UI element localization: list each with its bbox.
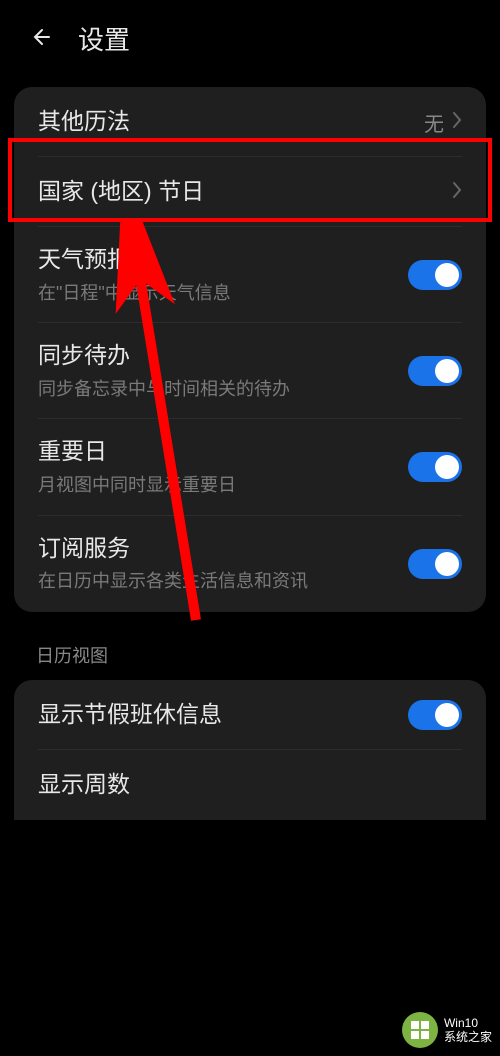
watermark-logo-icon [402,1012,438,1048]
row-show-week-number[interactable]: 显示周数 [14,750,486,820]
row-title: 同步待办 [38,341,408,371]
row-title: 天气预报 [38,245,408,275]
toggle-important[interactable] [408,452,462,482]
page-title: 设置 [78,20,130,57]
row-country-holidays[interactable]: 国家 (地区) 节日 [14,157,486,227]
row-subtitle: 月视图中同时显示重要日 [38,473,408,497]
watermark: Win10 系统之家 [402,1012,492,1048]
row-subtitle: 在日历中显示各类生活信息和资讯 [38,569,408,593]
back-icon[interactable] [30,25,54,53]
settings-group-general: 其他历法 无 国家 (地区) 节日 天气预报 在"日程"中显示天气信息 同步待办… [14,87,486,612]
header-bar: 设置 [0,0,500,87]
row-show-holiday-info[interactable]: 显示节假班休信息 [14,680,486,750]
toggle-holiday-info[interactable] [408,700,462,730]
row-title: 国家 (地区) 节日 [38,177,452,207]
row-weather[interactable]: 天气预报 在"日程"中显示天气信息 [14,227,486,323]
row-important-day[interactable]: 重要日 月视图中同时显示重要日 [14,419,486,515]
row-other-calendar[interactable]: 其他历法 无 [14,87,486,157]
row-title: 显示节假班休信息 [38,700,408,730]
chevron-right-icon [452,111,462,133]
row-value: 无 [424,108,444,137]
toggle-subscribe[interactable] [408,549,462,579]
row-title: 显示周数 [38,770,462,800]
row-title: 其他历法 [38,107,424,137]
row-title: 订阅服务 [38,534,408,564]
chevron-right-icon [452,181,462,203]
watermark-text: Win10 系统之家 [444,1016,492,1045]
toggle-sync-todo[interactable] [408,356,462,386]
toggle-weather[interactable] [408,260,462,290]
row-sync-todo[interactable]: 同步待办 同步备忘录中与时间相关的待办 [14,323,486,419]
section-label-calendar-view: 日历视图 [0,636,500,680]
row-subtitle: 同步备忘录中与时间相关的待办 [38,377,408,401]
row-subtitle: 在"日程"中显示天气信息 [38,281,408,305]
row-subscribe-service[interactable]: 订阅服务 在日历中显示各类生活信息和资讯 [14,516,486,612]
row-title: 重要日 [38,437,408,467]
settings-group-calendar-view: 显示节假班休信息 显示周数 [14,680,486,820]
